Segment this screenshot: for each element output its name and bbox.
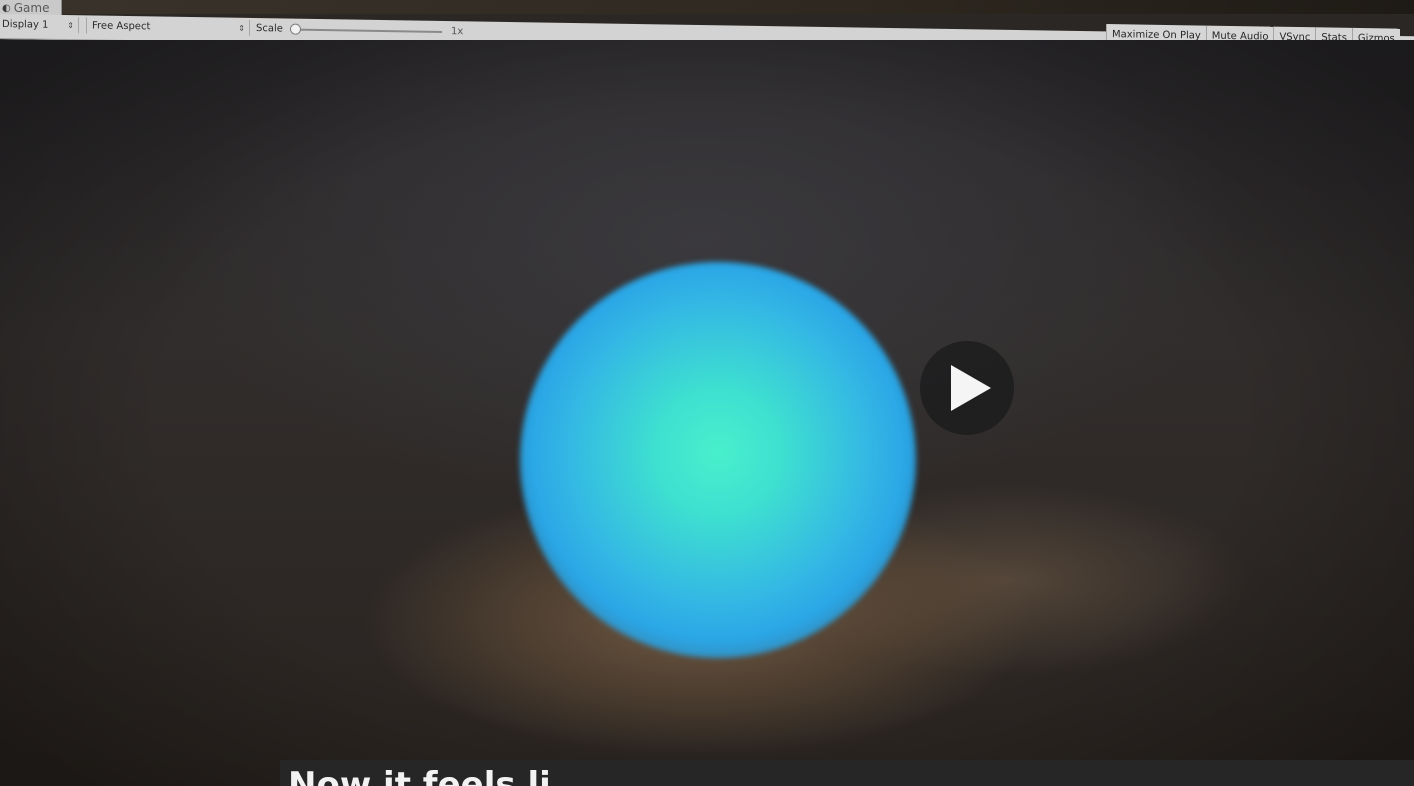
editor-tab-strip [0, 0, 1414, 14]
glowing-orb [520, 262, 916, 658]
display-dropdown[interactable]: Display 1 ⇕ [2, 16, 79, 34]
dropdown-arrows-icon: ⇕ [67, 20, 74, 30]
scale-slider[interactable] [290, 21, 442, 39]
video-play-button[interactable] [920, 341, 1014, 435]
aspect-dropdown-label: Free Aspect [92, 19, 151, 32]
caption-bar: Now it feels li [280, 760, 1414, 786]
dropdown-arrows-icon: ⇕ [238, 23, 245, 33]
game-tab-label: Game [13, 1, 50, 15]
play-icon [951, 365, 991, 411]
scale-slider-track [290, 28, 442, 33]
caption-text: Now it feels li [288, 765, 551, 786]
game-view-icon: ◐ [2, 2, 11, 14]
game-viewport[interactable] [0, 40, 1414, 786]
scale-slider-thumb[interactable] [290, 23, 301, 35]
aspect-dropdown[interactable]: Free Aspect ⇕ [86, 17, 250, 36]
display-dropdown-label: Display 1 [2, 18, 49, 31]
scale-label: Scale [256, 22, 283, 34]
scale-value: 1x [451, 25, 464, 37]
